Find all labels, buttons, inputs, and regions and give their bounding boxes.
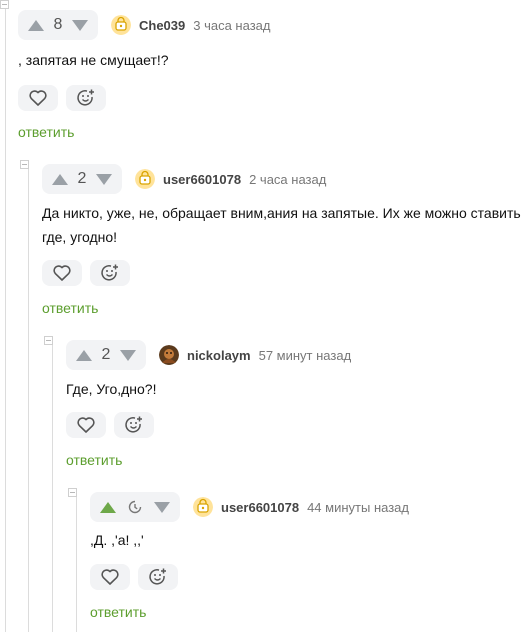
collapse-icon[interactable] (68, 488, 77, 497)
username[interactable]: user6601078 (221, 500, 299, 515)
emoji-button[interactable] (114, 412, 154, 438)
collapse-icon[interactable] (44, 336, 53, 345)
emoji-add-icon (149, 568, 166, 585)
thread-line (52, 344, 53, 632)
emoji-button[interactable] (138, 564, 178, 590)
arrow-up-icon[interactable] (100, 501, 116, 513)
comment-header: 8 Che039 3 часа назад (18, 10, 270, 40)
timestamp[interactable]: 57 минут назад (259, 348, 352, 363)
arrow-down-icon[interactable] (72, 19, 88, 31)
arrow-up-icon[interactable] (76, 349, 92, 361)
vote-box: 2 (42, 164, 122, 194)
username[interactable]: user6601078 (163, 172, 241, 187)
reply-link[interactable]: ответить (42, 300, 98, 316)
arrow-down-icon[interactable] (96, 173, 112, 185)
avatar[interactable] (193, 497, 213, 517)
comment-text: ,Д. ,'а! ,,' (90, 532, 144, 548)
username[interactable]: nickolaym (187, 348, 251, 363)
reply-link[interactable]: ответить (18, 124, 74, 140)
emoji-button[interactable] (90, 260, 130, 286)
heart-icon (101, 569, 119, 585)
vote-count: 2 (77, 170, 87, 187)
heart-icon (53, 265, 71, 281)
comment-text: Где, Уго,дно?! (66, 381, 157, 397)
reply-link[interactable]: ответить (90, 604, 146, 620)
arrow-down-icon[interactable] (154, 501, 170, 513)
avatar[interactable] (111, 15, 131, 35)
clock-icon (126, 498, 144, 516)
comment-header: 2 user6601078 2 часа назад (42, 164, 326, 194)
vote-box: 2 (66, 340, 146, 370)
heart-icon (29, 90, 47, 106)
collapse-icon[interactable] (0, 0, 9, 9)
timestamp[interactable]: 44 минуты назад (307, 500, 409, 515)
arrow-up-icon[interactable] (28, 19, 44, 31)
comment-text: , запятая не смущает!? (18, 52, 169, 68)
like-button[interactable] (90, 564, 130, 590)
comment: 2 user6601078 2 часа назад Да никто, уже… (42, 164, 527, 319)
like-button[interactable] (18, 85, 58, 111)
comment-text: Да никто, уже, не, обращает вним,ания на… (42, 205, 521, 245)
avatar[interactable] (159, 345, 179, 365)
emoji-add-icon (77, 89, 94, 106)
thread-line (5, 0, 6, 632)
emoji-button[interactable] (66, 85, 106, 111)
comment: 8 Che039 3 часа назад , запятая не смуща… (18, 10, 527, 145)
vote-count: 8 (53, 16, 63, 33)
heart-icon (77, 417, 95, 433)
collapse-icon[interactable] (20, 160, 29, 169)
comment: 2 nickolaym 57 минут назад Где, Уго,дно?… (66, 340, 527, 471)
emoji-add-icon (101, 264, 118, 281)
timestamp[interactable]: 3 часа назад (193, 18, 270, 33)
username[interactable]: Che039 (139, 18, 185, 33)
vote-box (90, 492, 180, 522)
arrow-down-icon[interactable] (120, 349, 136, 361)
timestamp[interactable]: 2 часа назад (249, 172, 326, 187)
emoji-add-icon (125, 416, 142, 433)
comment-header: 2 nickolaym 57 минут назад (66, 340, 351, 370)
thread-line (76, 496, 77, 632)
reply-link[interactable]: ответить (66, 452, 122, 468)
arrow-up-icon[interactable] (52, 173, 68, 185)
comment: user6601078 44 минуты назад ,Д. ,'а! ,,'… (90, 492, 527, 622)
comment-header: user6601078 44 минуты назад (90, 492, 409, 522)
like-button[interactable] (66, 412, 106, 438)
vote-count: 2 (101, 346, 111, 363)
vote-box: 8 (18, 10, 98, 40)
thread-line (28, 168, 29, 632)
like-button[interactable] (42, 260, 82, 286)
avatar[interactable] (135, 169, 155, 189)
